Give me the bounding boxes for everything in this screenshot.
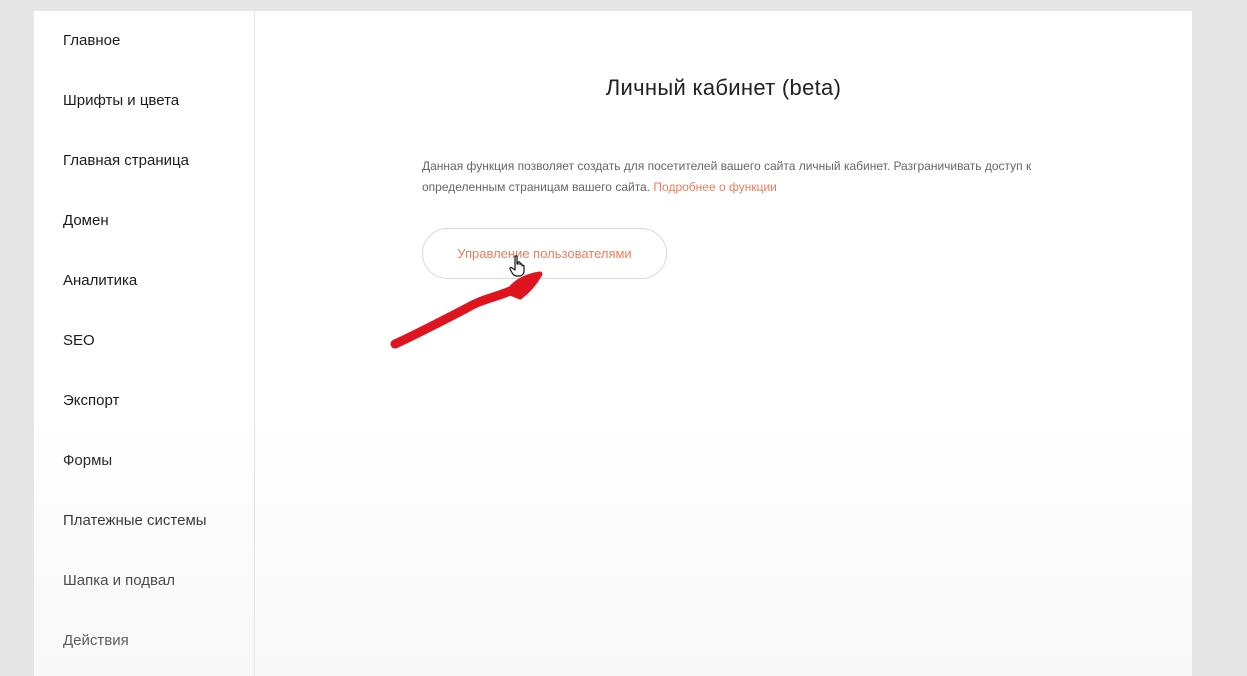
page-title: Личный кабинет (beta) bbox=[605, 75, 842, 100]
app-window: Главное Шрифты и цвета Главная страница … bbox=[34, 11, 1192, 676]
sidebar-item-payment-systems[interactable]: Платежные системы bbox=[63, 512, 207, 529]
sidebar-item-main[interactable]: Главное bbox=[63, 32, 120, 49]
sidebar-item-domain[interactable]: Домен bbox=[63, 212, 109, 229]
sidebar-item-actions[interactable]: Действия bbox=[63, 632, 129, 649]
sidebar-item-header-footer[interactable]: Шапка и подвал bbox=[63, 572, 175, 589]
more-about-feature-link[interactable]: Подробнее о функции bbox=[653, 180, 776, 194]
sidebar-item-export[interactable]: Экспорт bbox=[63, 392, 119, 409]
settings-sidebar: Главное Шрифты и цвета Главная страница … bbox=[34, 11, 255, 676]
hand-pointer-icon bbox=[509, 255, 525, 277]
sidebar-item-seo[interactable]: SEO bbox=[63, 332, 95, 349]
feature-description: Данная функция позволяет создать для пос… bbox=[422, 156, 1042, 198]
sidebar-item-home-page[interactable]: Главная страница bbox=[63, 152, 189, 169]
main-content: Личный кабинет (beta) Данная функция поз… bbox=[255, 11, 1192, 676]
sidebar-item-forms[interactable]: Формы bbox=[63, 452, 112, 469]
sidebar-item-analytics[interactable]: Аналитика bbox=[63, 272, 137, 289]
manage-users-button[interactable]: Управление пользователями bbox=[422, 228, 667, 279]
sidebar-item-fonts-colors[interactable]: Шрифты и цвета bbox=[63, 92, 179, 109]
